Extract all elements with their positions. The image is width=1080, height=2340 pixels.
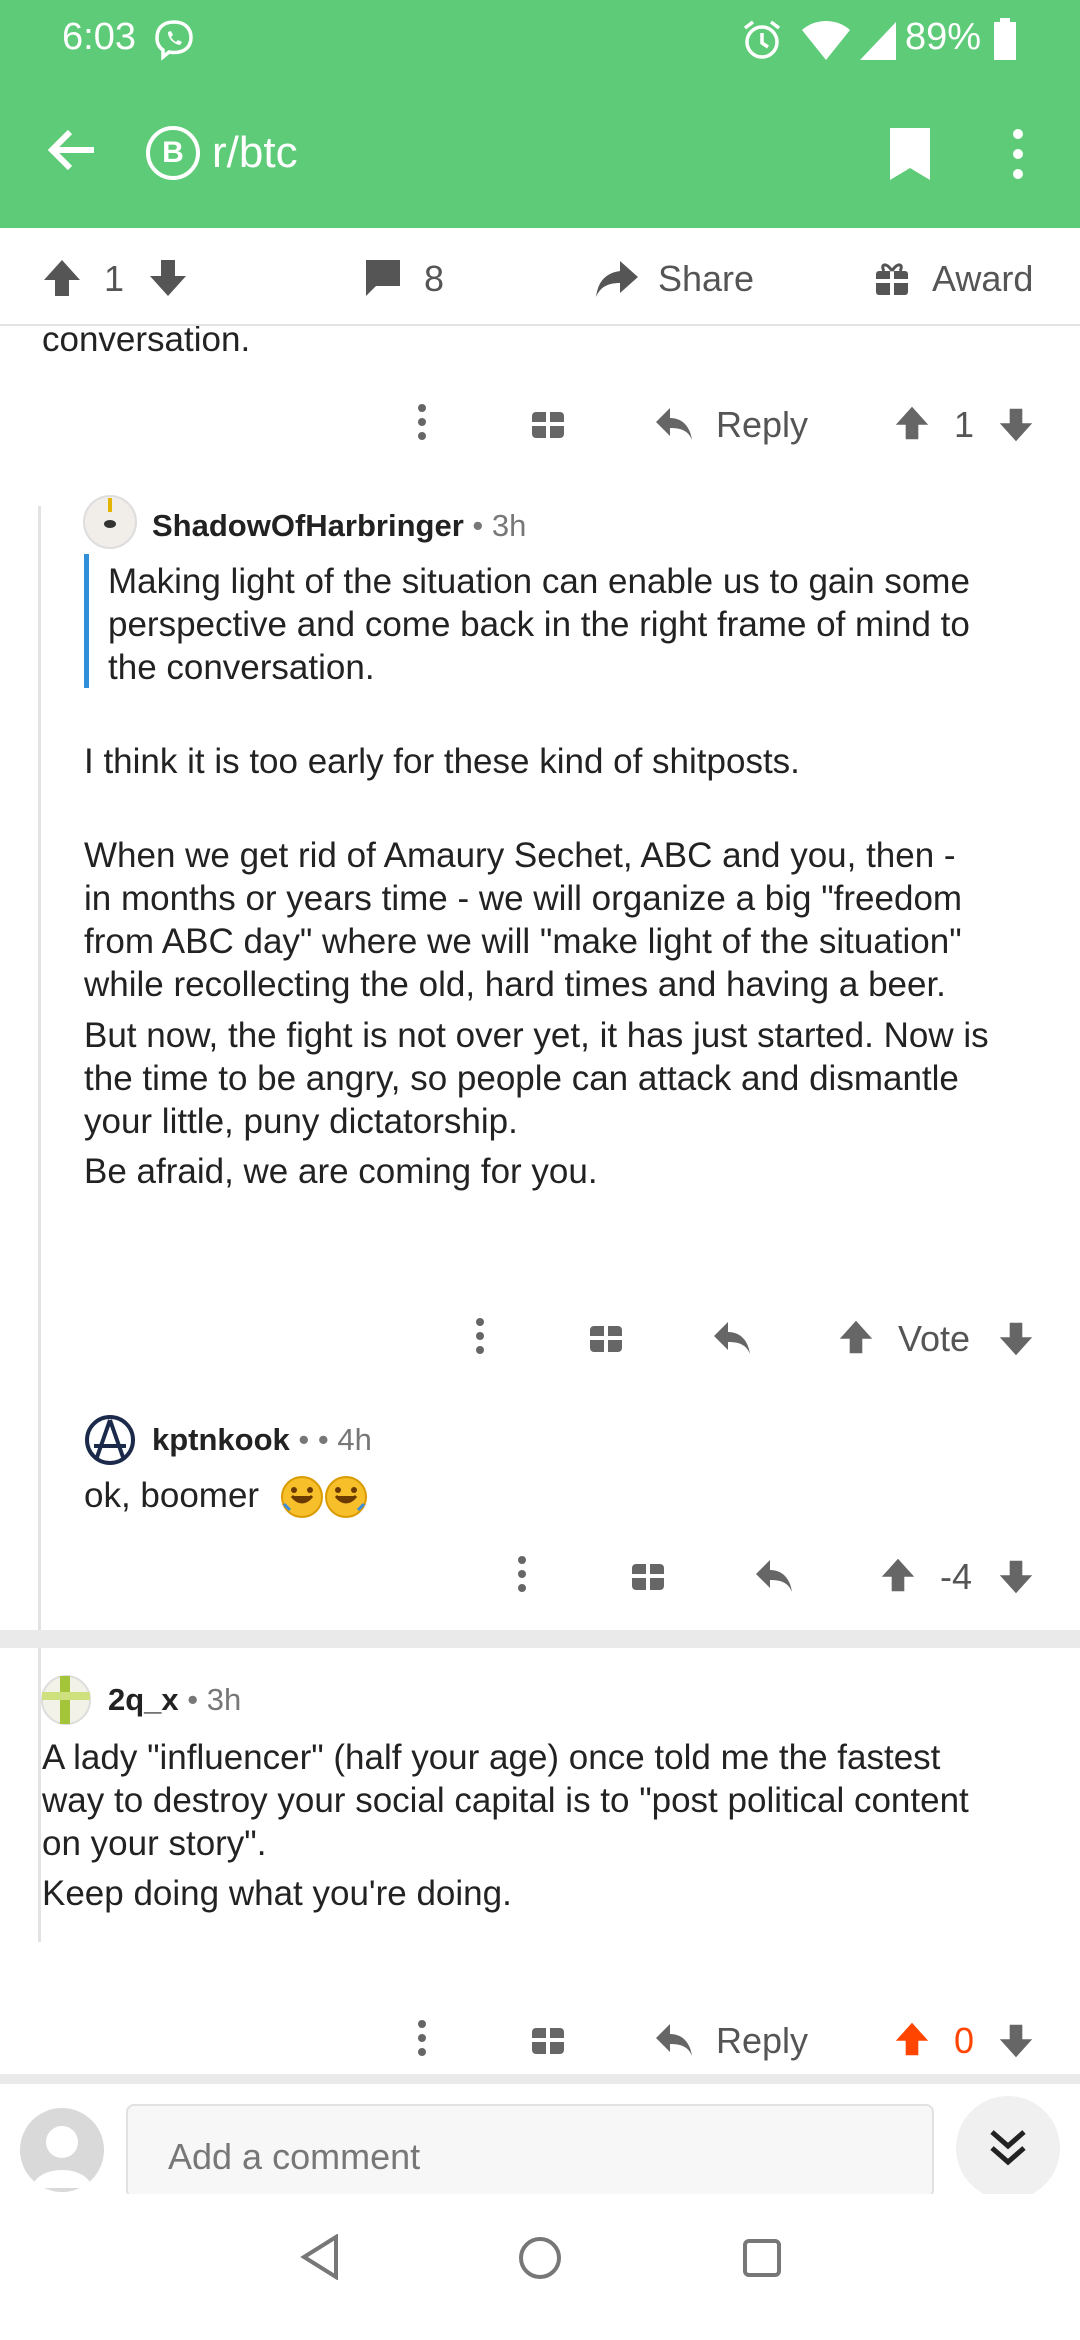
upvote-active-icon[interactable] [894,2020,930,2063]
battery-level: 89% [905,16,982,58]
comment-author[interactable]: kptnkook [152,1422,290,1457]
comment-award-icon[interactable] [630,1556,666,1597]
comment-award-icon[interactable] [530,404,566,445]
comment-bar: Add a comment [0,2084,1080,2200]
nav-back-icon[interactable] [300,2233,340,2285]
avatar[interactable] [82,494,138,555]
comment-divider [0,1630,1080,1648]
comments-icon[interactable] [362,258,404,298]
reply-icon[interactable] [712,1320,752,1361]
collapse-threads-button[interactable] [956,2096,1060,2200]
comment-meta: kptnkook • • 4h [152,1422,372,1458]
comment-award-icon[interactable] [588,1318,624,1359]
comment-more-icon[interactable] [412,2018,432,2063]
avatar[interactable] [40,1674,92,1731]
reply-icon[interactable] [654,406,694,447]
vote-label: Vote [898,1318,971,1359]
award-button[interactable]: Award [874,258,1033,300]
subreddit-icon[interactable]: B [146,126,200,180]
downvote-icon[interactable] [998,406,1034,449]
comment-author[interactable]: ShadowOfHarbringer [152,508,464,543]
upvote-icon[interactable] [838,1318,874,1361]
double-chevron-down-icon [990,2130,1026,2166]
comment-count: 8 [424,258,445,299]
comment-meta: 2q_x • 3h [108,1682,241,1718]
comment-meta: ShadowOfHarbringer • 3h [152,508,526,544]
status-time: 6:03 [62,16,136,58]
comment-more-icon[interactable] [512,1554,532,1599]
nav-home-icon[interactable] [518,2236,562,2285]
comment-quote: Making light of the situation can enable… [108,562,970,687]
post-downvote-icon[interactable] [148,258,188,298]
comment-paragraph: Keep doing what you're doing. [42,1874,512,1913]
comment-paragraph: But now, the fight is not over yet, it h… [84,1016,989,1141]
nav-recents-icon[interactable] [742,2238,782,2283]
post-upvote-icon[interactable] [42,258,82,298]
comment-text: ok, boomer [84,1476,260,1515]
reply-icon[interactable] [754,1558,794,1599]
system-nav-bar [0,2194,1080,2340]
comments-list: conversation. Reply 1 ShadowOfHarbringer… [0,326,1080,2084]
post-score: 1 [104,258,125,299]
comment-paragraph: A lady "influencer" (half your age) once… [42,1738,969,1863]
comment-more-icon[interactable] [412,402,432,447]
comment-paragraph: I think it is too early for these kind o… [84,742,800,781]
wifi-icon [800,18,852,67]
battery-icon [994,18,1016,65]
app-bar: B r/btc [0,80,1080,228]
more-options-icon[interactable] [1008,126,1028,187]
subreddit-title[interactable]: r/btc [212,128,298,178]
downvote-icon[interactable] [998,1320,1034,1363]
back-arrow-icon[interactable] [44,122,100,183]
comment-divider [0,2074,1080,2084]
comment-score: 1 [954,404,975,445]
viber-icon [152,18,196,67]
alarm-icon [740,18,784,67]
comment-time: • • 4h [298,1422,372,1457]
bookmark-icon[interactable] [886,126,934,187]
reply-icon[interactable] [654,2022,694,2063]
quote-bar [84,554,89,688]
upvote-icon[interactable] [880,1556,916,1599]
post-action-row: 1 8 Share Award [0,228,1080,326]
cell-signal-icon [858,18,898,67]
comment-more-icon[interactable] [470,1316,490,1361]
comment-time: • 3h [472,508,527,543]
avatar[interactable] [84,1414,136,1471]
downvote-icon[interactable] [998,2022,1034,2065]
comment-award-icon[interactable] [530,2020,566,2061]
comment-author[interactable]: 2q_x [108,1682,179,1717]
add-comment-input[interactable]: Add a comment [126,2104,934,2198]
upvote-icon[interactable] [894,404,930,447]
reply-label[interactable]: Reply [716,404,808,446]
comment-time: • 3h [187,1682,242,1717]
comment-paragraph: When we get rid of Amaury Sechet, ABC an… [84,836,963,1004]
share-label: Share [658,258,755,299]
comment-paragraph: Be afraid, we are coming for you. [84,1152,598,1191]
downvote-icon[interactable] [998,1558,1034,1601]
reply-label[interactable]: Reply [716,2020,808,2062]
share-button[interactable]: Share [594,258,754,300]
status-bar: 6:03 89% [0,0,1080,80]
comment-score: -4 [940,1556,973,1597]
rofl-emoji-icon [280,1474,370,1525]
comment-text-partial: conversation. [42,326,251,359]
user-avatar[interactable] [20,2108,104,2192]
comment-score: 0 [954,2020,975,2061]
award-label: Award [932,258,1034,299]
